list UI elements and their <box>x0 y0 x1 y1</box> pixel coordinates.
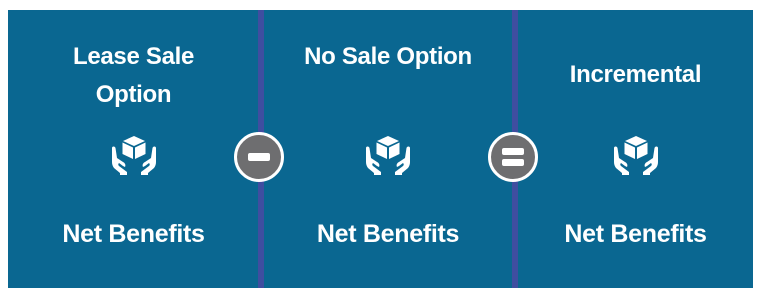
panel-incremental: Incremental Net Benefits <box>518 10 753 288</box>
panel-no-sale-option: No Sale Option Net Benefits <box>264 10 512 288</box>
box-in-hands-icon <box>366 136 410 175</box>
minus-bar <box>248 153 270 161</box>
panel-footer: Net Benefits <box>62 220 205 248</box>
equals-icon <box>488 132 538 182</box>
box-in-hands-icon <box>613 136 658 175</box>
panel-title: No Sale Option <box>304 43 472 70</box>
panel-title: Lease Sale Option <box>72 43 195 108</box>
equals-bar-top <box>502 148 524 155</box>
equals-bar-bottom <box>502 159 524 166</box>
panel-footer: Net Benefits <box>564 220 707 248</box>
panel-footer: Net Benefits <box>316 220 460 248</box>
box-in-hands-icon <box>111 136 156 175</box>
panel-lease-sale-option: Lease Sale Option Net Benefits <box>8 10 259 288</box>
panel-title: Incremental <box>569 61 702 88</box>
minus-icon <box>234 132 284 182</box>
